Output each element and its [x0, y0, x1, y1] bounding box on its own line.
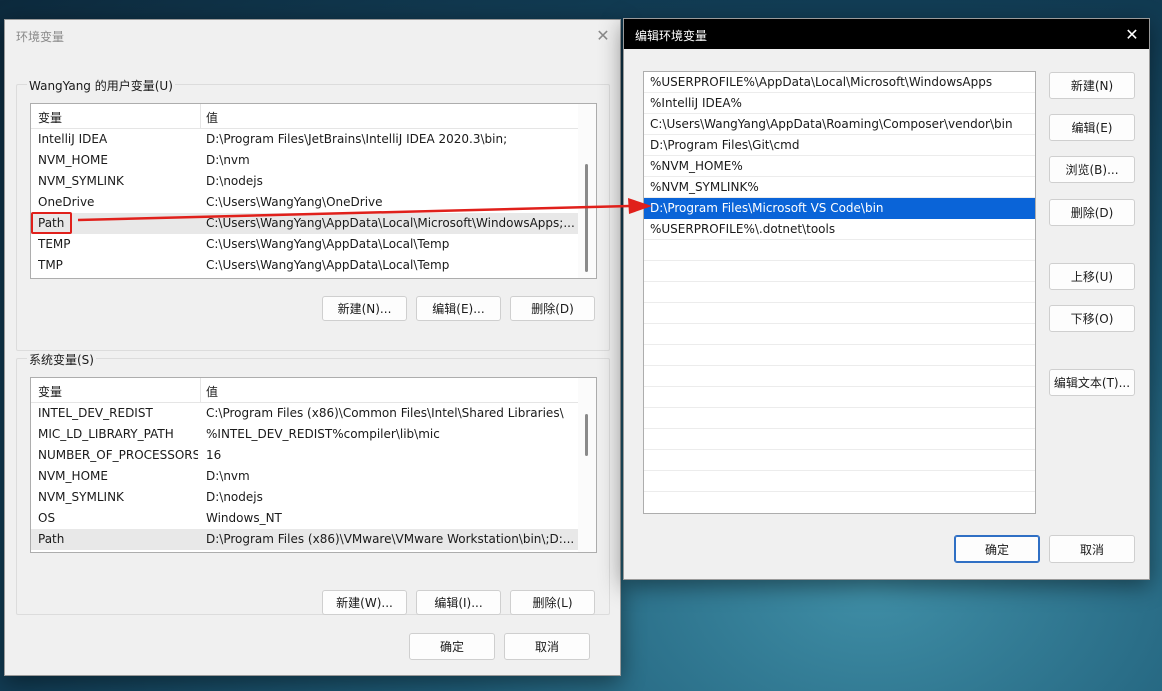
arrow-head [628, 198, 652, 214]
annotation-arrow [77, 198, 652, 222]
arrow-shaft [77, 204, 631, 222]
